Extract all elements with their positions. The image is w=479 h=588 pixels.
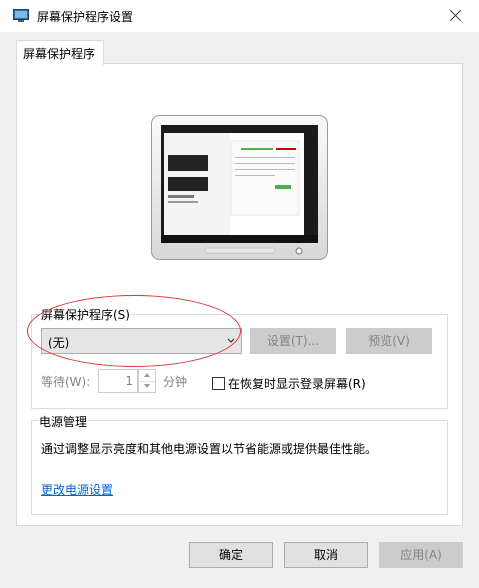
cancel-button[interactable]: 取消 — [284, 542, 368, 568]
tab-screensaver-label: 屏幕保护程序 — [23, 47, 96, 61]
wait-spinner[interactable] — [138, 369, 156, 393]
power-group-label: 电源管理 — [38, 413, 89, 430]
wait-label: 等待(W): — [41, 375, 91, 389]
settings-button[interactable]: 设置(T)... — [250, 328, 336, 354]
change-power-settings-link[interactable]: 更改电源设置 — [41, 481, 113, 498]
triangle-up-icon — [144, 373, 150, 377]
chevron-down-icon — [227, 338, 235, 343]
title-bar: 屏幕保护程序设置 — [0, 0, 479, 32]
screensaver-select-value: (无) — [48, 336, 70, 350]
screensaver-select[interactable]: (无) — [41, 328, 242, 354]
monitor-preview — [151, 115, 328, 260]
power-description: 通过调整显示亮度和其他电源设置以节省能源或提供最佳性能。 — [41, 442, 378, 456]
close-button[interactable] — [440, 0, 472, 32]
screensaver-app-icon — [13, 9, 29, 22]
screensaver-group-label: 屏幕保护程序(S) — [40, 306, 131, 323]
resume-login-checkbox[interactable] — [212, 377, 225, 390]
tab-screensaver[interactable]: 屏幕保护程序 — [16, 40, 104, 65]
resume-login-label[interactable]: 在恢复时显示登录屏幕(R) — [228, 375, 366, 392]
power-group — [31, 420, 448, 515]
wait-minutes-input[interactable]: 1 — [98, 369, 138, 393]
apply-button[interactable]: 应用(A) — [379, 542, 463, 568]
window-title: 屏幕保护程序设置 — [37, 10, 134, 24]
ok-button[interactable]: 确定 — [189, 542, 273, 568]
triangle-down-icon — [144, 384, 150, 388]
preview-button[interactable]: 预览(V) — [346, 328, 432, 354]
minutes-label: 分钟 — [163, 375, 188, 389]
spin-down-button[interactable] — [139, 381, 155, 392]
